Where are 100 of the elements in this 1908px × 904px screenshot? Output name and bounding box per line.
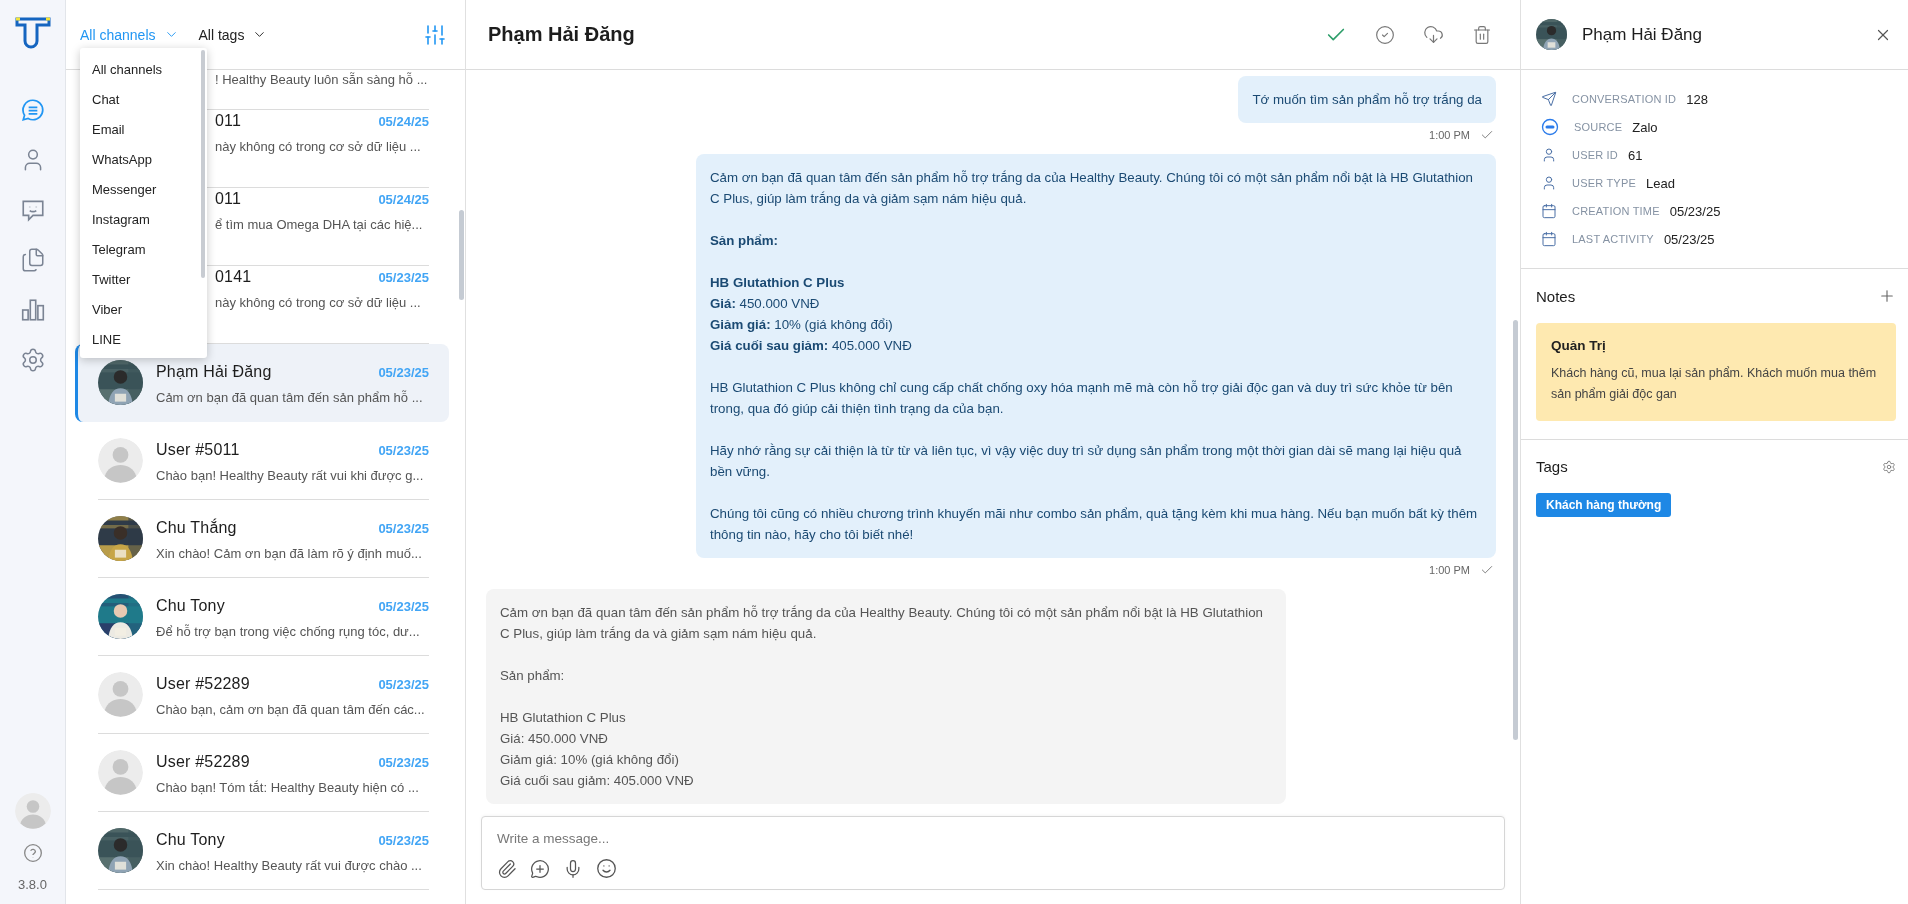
field-value: Zalo — [1632, 119, 1658, 135]
avatar-placeholder-icon — [98, 438, 143, 483]
contact-name: 011 — [215, 190, 242, 208]
section-title: Tags — [1536, 458, 1568, 475]
delete-button[interactable] — [1472, 24, 1492, 45]
mark-done-button[interactable] — [1375, 24, 1395, 45]
field-label: USER ID — [1572, 149, 1619, 161]
documents-icon — [19, 247, 46, 273]
scrollbar-thumb[interactable] — [201, 50, 205, 278]
message-preview: Chào bạn, cảm ơn bạn đã quan tâm đến các... — [156, 701, 426, 717]
conversation-item[interactable]: User #52289 05/23/25 Chào bạn! Tóm tắt: Healthy Beauty hiện có ... — [75, 734, 449, 812]
message-paragraph: Sản phẩm: — [710, 232, 779, 250]
conversation-item[interactable]: Chu Tony 05/23/25 Để hỗ trợ bạn trong việc chống rụng tóc, dư... — [75, 578, 449, 656]
message-preview: ! Healthy Beauty luôn sẵn sàng hỗ ... — [215, 72, 429, 87]
filter-dropdown[interactable]: All tags — [198, 26, 268, 43]
menu-item[interactable]: Twitter — [80, 264, 207, 294]
message-paragraph: HB Glutathion C Plus Giá: 450.000 VNĐ Giảm giá: 10% (giá không đổi) Giá cuối sau giảm: 405.000 VNĐ — [500, 709, 695, 790]
conversation-date: 05/23/25 — [378, 270, 429, 285]
user-icon — [1541, 147, 1557, 163]
conversation-date: 05/23/25 — [378, 832, 429, 848]
conversation-item[interactable]: User #5011 05/23/25 Chào bạn! Healthy Beauty rất vui khi được g... — [75, 422, 449, 500]
conversation-date: 05/23/25 — [378, 598, 429, 614]
user-icon — [1541, 175, 1557, 191]
contact-name: Chu Tony — [156, 830, 225, 849]
message-preview: Cảm ơn bạn đã quan tâm đến sản phẩm hỗ ... — [156, 389, 424, 405]
conversation-date: 05/23/25 — [378, 520, 429, 536]
contact-name: Chu Tony — [156, 596, 225, 615]
bar-chart-icon — [19, 297, 46, 323]
menu-item[interactable]: Email — [80, 114, 207, 144]
menu-item[interactable]: Telegram — [80, 234, 207, 264]
conversation-item[interactable]: Chu Thắng 05/23/25 Xin chào! Cảm ơn bạn đã làm rõ ý định muố... — [75, 500, 449, 578]
plus-icon — [1878, 287, 1896, 305]
field-label: LAST ACTIVITY — [1572, 233, 1654, 245]
message-preview: này không có trong cơ sở dữ liệu ... — [215, 139, 422, 154]
help-icon — [22, 843, 43, 863]
field-label: SOURCE — [1574, 121, 1623, 133]
add-note-button[interactable] — [1878, 287, 1896, 305]
scrollbar-thumb[interactable] — [459, 210, 464, 300]
message-time: 1:00 PM — [1429, 564, 1470, 576]
download-button[interactable] — [1423, 24, 1444, 45]
conversation-date: 05/23/25 — [378, 754, 429, 770]
note-author: Quản Trị — [1551, 338, 1607, 353]
conversation-date: 05/23/25 — [378, 442, 429, 458]
paperclip-icon — [497, 858, 517, 879]
message-preview: Xin chào! Cảm ơn bạn đã làm rõ ý định muố... — [156, 545, 423, 561]
contact-name: Phạm Hải Đăng — [156, 362, 272, 381]
send-icon — [1541, 91, 1557, 107]
conversation-date: 05/23/25 — [378, 364, 429, 380]
field-value: 61 — [1628, 147, 1643, 163]
contact-name: User #52289 — [156, 674, 250, 693]
message-paragraph: Cảm ơn bạn đã quan tâm đến sản phẩm hỗ trợ trắng da của Healthy Beauty. Chúng tôi có một sản phẩm nổi bật là HB Glutathion C Plus, giúp làm trắng da và giảm sạm nám hiệu quả. — [500, 604, 1264, 643]
tag-chip[interactable]: Khách hàng thường — [1536, 493, 1672, 517]
smile-icon — [596, 858, 617, 879]
menu-item[interactable]: All channels — [80, 54, 207, 84]
quick-reply-button[interactable] — [530, 858, 550, 879]
contact-name: User #52289 — [156, 752, 250, 771]
conversation-date: 05/23/25 — [378, 676, 429, 692]
menu-item[interactable]: WhatsApp — [80, 144, 207, 174]
message-preview: ể tìm mua Omega DHA tại các hiệ... — [215, 217, 424, 232]
version-label: 3.8.0 — [18, 877, 47, 892]
message-paragraph: Sản phẩm: — [500, 667, 566, 685]
message-paragraph: HB Glutathion C Plus Giá: 450.000 VNĐ Giảm giá: 10% (giá không đổi) Giá cuối sau giảm: 405.000 VNĐ — [710, 274, 913, 355]
trash-icon — [1472, 24, 1492, 45]
conversation-date: 05/24/25 — [378, 114, 429, 129]
message-paragraph: Tớ muốn tìm sản phẩm hỗ trợ trắng da — [1252, 91, 1482, 109]
settings-icon — [1882, 459, 1896, 474]
field-label: CONVERSATION ID — [1572, 93, 1677, 105]
filter-settings-button[interactable] — [423, 22, 447, 47]
field-label: CREATION TIME — [1572, 205, 1660, 217]
field-value: Lead — [1645, 175, 1675, 191]
message-plus-icon — [530, 858, 550, 879]
note-text: Khách hàng cũ, mua lại sản phẩm. Khách muốn mua thêm sản phẩm giải độc gan — [1551, 365, 1878, 403]
avatar-placeholder-icon — [14, 793, 51, 829]
circle-check-icon — [1375, 24, 1395, 45]
message-paragraph: Chúng tôi cũng có nhiều chương trình khuyến mãi như combo sản phẩm, quà tặng kèm khi mua hàng. Nếu bạn muốn bất kỳ thêm thông tin nào, hãy cho tôi biết nhé! — [710, 505, 1479, 544]
message-time: 1:00 PM — [1429, 129, 1470, 141]
field-label: USER TYPE — [1572, 177, 1636, 189]
scrollbar-thumb[interactable] — [1513, 320, 1518, 740]
contact-name: Phạm Hải Đăng — [1582, 24, 1703, 45]
menu-item[interactable]: Instagram — [80, 204, 207, 234]
field-value: 128 — [1686, 91, 1708, 107]
contact-name: 0141 — [215, 268, 252, 286]
avatar-placeholder-icon — [98, 672, 143, 717]
conversation-item[interactable]: Chu Tony 05/23/25 Xin chào! Healthy Beauty rất vui được chào ... — [75, 812, 449, 890]
message-preview: Xin chào! Healthy Beauty rất vui được chào ... — [156, 857, 423, 873]
menu-item[interactable]: Chat — [80, 84, 207, 114]
conversation-item[interactable]: User #52289 05/23/25 Chào bạn, cảm ơn bạn đã quan tâm đến các... — [75, 656, 449, 734]
contact-name: User #5011 — [156, 440, 240, 459]
tag-settings-button[interactable] — [1882, 459, 1896, 474]
attach-button[interactable] — [497, 858, 517, 879]
field-value: 05/23/25 — [1669, 203, 1721, 219]
message-paragraph: Cảm ơn bạn đã quan tâm đến sản phẩm hỗ trợ trắng da của Healthy Beauty. Chúng tôi có một sản phẩm nổi bật là HB Glutathion C Plus, giúp làm trắng da và giảm sạm nám hiệu quả. — [710, 169, 1474, 208]
sliders-icon — [423, 22, 447, 47]
menu-item[interactable]: Viber — [80, 294, 207, 324]
avatar-placeholder-icon — [98, 750, 143, 795]
message-paragraph: HB Glutathion C Plus không chỉ cung cấp chất chống oxy hóa mạnh mẽ mà còn hỗ trợ giải độc gan và duy trì sức khỏe từ bên trong, qua đó giúp cải thiện tình trạng da của bạn. — [710, 379, 1454, 418]
section-title: Notes — [1536, 287, 1576, 305]
emoji-button[interactable] — [596, 858, 617, 879]
menu-item[interactable]: Messenger — [80, 174, 207, 204]
conversation-item[interactable]: Phạm Hải Đăng 05/23/25 Cảm ơn bạn đã quan tâm đến sản phẩm hỗ ... — [75, 344, 449, 422]
